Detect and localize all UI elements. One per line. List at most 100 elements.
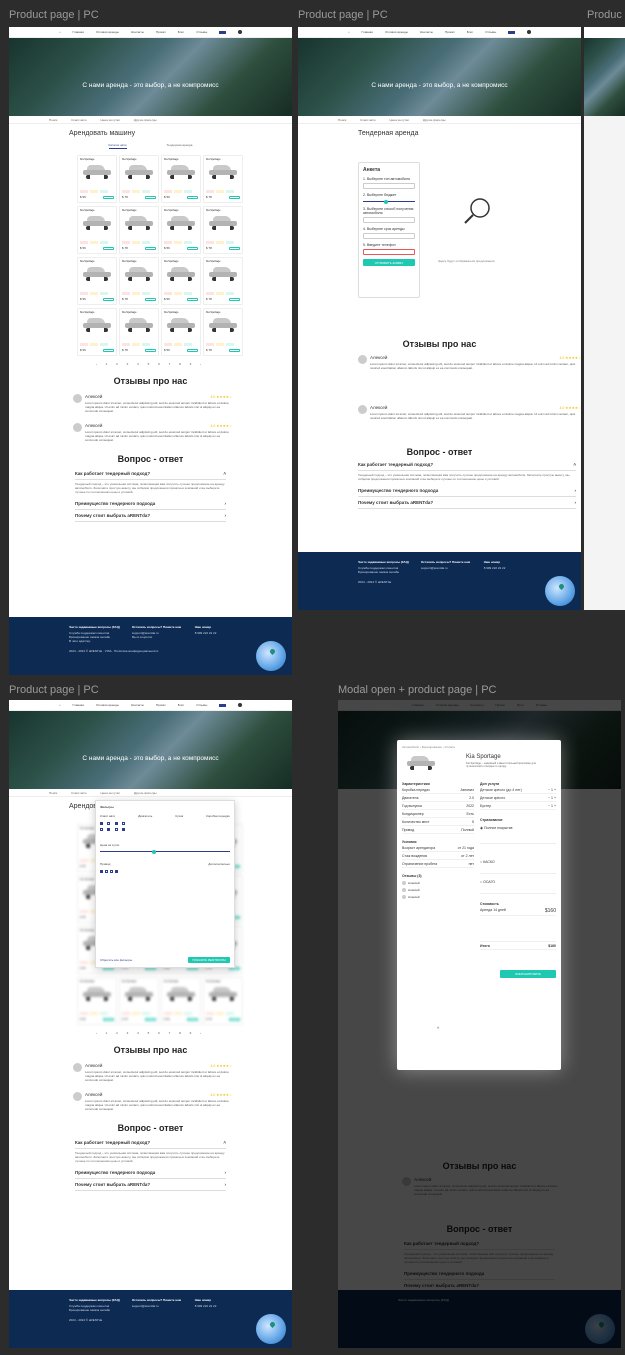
rent-button[interactable]: [103, 196, 114, 199]
rent-button[interactable]: [229, 1018, 240, 1021]
faq-question-1[interactable]: Как работает тендерный подход? ˄: [75, 468, 226, 480]
car-card[interactable]: Kia Sportage $ 78: [203, 155, 243, 203]
rent-button[interactable]: [103, 349, 114, 352]
insurance-option[interactable]: ○ ОСАГО: [480, 880, 556, 894]
chevron-right-icon: ›: [574, 500, 577, 505]
flag-icon[interactable]: [508, 30, 516, 34]
car-card[interactable]: Kia Sportage $ 78: [119, 155, 159, 203]
car-card[interactable]: Kia Sportage $ 78: [119, 206, 159, 254]
search-filter[interactable]: Поиск: [49, 118, 57, 122]
apply-filters-button[interactable]: ПОКАЗАТЬ РЕЗУЛЬТАТЫ: [188, 957, 230, 963]
date-field[interactable]: [363, 233, 415, 239]
spec-row: Привод Полный: [402, 826, 474, 834]
copyright: 2024 - 2024 © aRENTda: [69, 649, 103, 653]
rent-button[interactable]: [103, 298, 114, 301]
rent-button[interactable]: [229, 349, 240, 352]
nav-item-contacts[interactable]: Контакты: [131, 30, 144, 34]
chevron-up-icon[interactable]: ˄: [437, 1025, 439, 1030]
car-price: $ 56: [164, 348, 170, 352]
car-name: Kia Sportage: [164, 980, 179, 983]
user-icon[interactable]: [238, 30, 243, 34]
submit-button[interactable]: ОТПРАВИТЬ ЗАЯВКУ: [363, 259, 415, 266]
home-icon[interactable]: ⌂: [59, 30, 61, 34]
car-card[interactable]: Kia Sportage $ 56: [77, 257, 117, 305]
rent-button[interactable]: [145, 298, 156, 301]
rent-button[interactable]: [187, 349, 198, 352]
rent-button[interactable]: [187, 298, 198, 301]
car-price: $ 78: [206, 348, 212, 352]
car-card[interactable]: Kia Sportage $ 56: [161, 308, 201, 356]
home-icon[interactable]: ⌂: [59, 703, 61, 707]
frame-partial: [584, 27, 625, 610]
tender-title: Тендерная аренда: [358, 130, 419, 137]
footer: Часто задаваемые вопросы (FAQ) Служба под…: [9, 1290, 292, 1348]
catalog-title: Арендовать машину: [69, 130, 136, 137]
nav-item-reviews[interactable]: Отзывы: [196, 30, 207, 34]
car-type-select[interactable]: [363, 183, 415, 189]
rent-button[interactable]: [187, 1018, 198, 1021]
rent-button[interactable]: [187, 196, 198, 199]
car-card[interactable]: Kia Sportage $ 56: [161, 206, 201, 254]
pagination[interactable]: ‹ 1 2 3 4 5 6 7 8 9 ›: [9, 356, 292, 366]
car-card[interactable]: Kia Sportage $ 56: [161, 155, 201, 203]
insurance-option[interactable]: ◉ Полное покрытие: [480, 826, 556, 844]
car-name: Kia Sportage: [466, 754, 501, 760]
car-card[interactable]: Kia Sportage $ 78: [203, 206, 243, 254]
user-icon[interactable]: [527, 30, 532, 34]
car-card[interactable]: Kia Sportage $ 56: [77, 308, 117, 356]
nav-item-blog[interactable]: Блог: [178, 30, 184, 34]
rent-button[interactable]: [145, 1018, 156, 1021]
rent-button[interactable]: [145, 196, 156, 199]
faq-question-3[interactable]: Почему стоит выбрать aRENTda? ›: [75, 510, 226, 522]
nav-item-terms[interactable]: Условия аренды: [96, 30, 119, 34]
footer-link[interactable]: Политика конфиденциальности: [114, 649, 158, 653]
rent-button[interactable]: [145, 349, 156, 352]
price-filter[interactable]: Цена за сутки: [101, 118, 120, 122]
rent-button[interactable]: [103, 1018, 114, 1021]
car-card[interactable]: Kia Sportage $ 78: [119, 308, 159, 356]
rent-button[interactable]: [229, 298, 240, 301]
flag-icon[interactable]: [219, 703, 227, 707]
rating-stars: 4.0 ★★★★☆: [210, 424, 232, 428]
car-card[interactable]: Kia Sportage $ 78: [203, 308, 243, 356]
delivery-select[interactable]: [363, 217, 415, 223]
car-card[interactable]: Kia Sportage $ 78: [119, 257, 159, 305]
car-card[interactable]: Kia Sportage $ 56: [77, 977, 117, 1025]
hero-banner: С нами аренда - это выбор, а не компроми…: [298, 38, 581, 116]
car-name: Kia Sportage: [80, 929, 95, 932]
tab-catalog[interactable]: Каталог авто: [108, 143, 127, 149]
avatar: [358, 405, 367, 414]
phone-field[interactable]: [363, 249, 415, 255]
car-card[interactable]: Kia Sportage $ 56: [161, 257, 201, 305]
tab-tender[interactable]: Тендерная аренда: [167, 143, 193, 149]
price-slider[interactable]: [100, 849, 230, 854]
rent-button[interactable]: [229, 247, 240, 250]
rent-button[interactable]: [229, 196, 240, 199]
car-card[interactable]: Kia Sportage $ 56: [77, 206, 117, 254]
car-price: $ 78: [206, 195, 212, 199]
nav-item-home[interactable]: Главная: [73, 30, 84, 34]
rent-button[interactable]: [145, 247, 156, 250]
budget-slider[interactable]: [363, 199, 415, 204]
car-card[interactable]: Kia Sportage $ 56: [77, 155, 117, 203]
flag-icon[interactable]: [219, 30, 227, 34]
insurance-option[interactable]: ○ КАСКО: [480, 860, 556, 874]
rent-button[interactable]: [187, 247, 198, 250]
other-filters[interactable]: Другие фильтры: [134, 118, 157, 122]
faq-question-2[interactable]: Преимущество тендерного подхода ›: [75, 498, 226, 510]
reviews-title: Отзывы про нас: [402, 339, 477, 349]
car-card[interactable]: Kia Sportage $ 78: [203, 977, 243, 1025]
book-button[interactable]: ЗАБРОНИРОВАТЬ: [500, 970, 556, 978]
nav-item-rental[interactable]: Прокат: [156, 30, 166, 34]
car-card[interactable]: Kia Sportage $ 56: [161, 977, 201, 1025]
top-nav: ⌂ Главная Условия аренды Контакты Прокат…: [298, 27, 581, 38]
avatar: [358, 355, 367, 364]
reset-filters-link[interactable]: Сбросить все фильтры: [100, 958, 132, 962]
car-card[interactable]: Kia Sportage $ 78: [119, 977, 159, 1025]
home-icon[interactable]: ⌂: [348, 30, 350, 34]
user-icon[interactable]: [238, 703, 243, 707]
car-card[interactable]: Kia Sportage $ 78: [203, 257, 243, 305]
car-name: Kia Sportage: [122, 980, 137, 983]
rent-button[interactable]: [103, 247, 114, 250]
class-filter[interactable]: Класс авто: [71, 118, 86, 122]
